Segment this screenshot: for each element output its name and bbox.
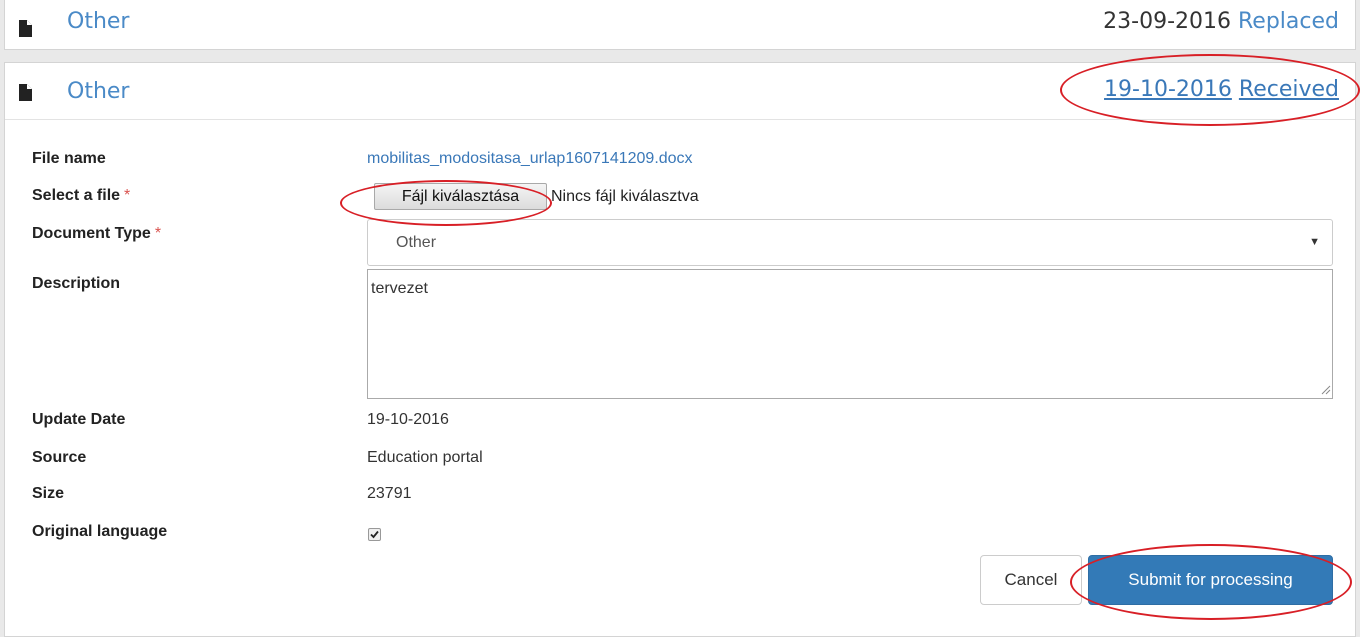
document-panel-other-received: Other 19-10-2016 Received File name mobi…	[4, 62, 1356, 637]
panel-status-link[interactable]: Replaced	[1238, 9, 1339, 34]
caret-down-icon: ▼	[1309, 236, 1320, 248]
resize-handle-icon[interactable]	[1319, 383, 1331, 395]
required-marker: *	[124, 187, 131, 204]
file-name-link[interactable]: mobilitas_modositasa_urlap1607141209.doc…	[367, 150, 693, 168]
document-icon	[19, 84, 32, 101]
document-type-label: Document Type *	[32, 225, 161, 243]
select-file-label: Select a file *	[32, 187, 130, 205]
panel-title[interactable]: Other	[67, 79, 129, 104]
panel-date: 23-09-2016	[1103, 9, 1231, 34]
required-marker: *	[154, 225, 162, 242]
cancel-button[interactable]: Cancel	[980, 555, 1082, 605]
update-date-value: 19-10-2016	[367, 411, 449, 428]
original-language-checkbox[interactable]	[368, 528, 381, 541]
panel-status: 19-10-2016 Received	[1104, 77, 1339, 102]
panel-title[interactable]: Other	[67, 9, 129, 34]
source-label: Source	[32, 449, 87, 466]
panel-status-link[interactable]: Received	[1239, 77, 1339, 102]
panel-header[interactable]: Other 19-10-2016 Received	[5, 63, 1355, 120]
document-type-value: Other	[396, 234, 437, 251]
no-file-chosen-text: Nincs fájl kiválasztva	[551, 188, 699, 205]
document-panel-other-replaced: Other 23-09-2016 Replaced	[4, 0, 1356, 50]
select-file-label-text: Select a file	[32, 187, 121, 204]
panel-status: 23-09-2016 Replaced	[1103, 9, 1339, 34]
checkmark-icon	[370, 530, 379, 539]
document-type-label-text: Document Type	[32, 225, 151, 242]
file-name-label: File name	[32, 150, 106, 167]
choose-file-button[interactable]: Fájl kiválasztása	[374, 183, 547, 210]
size-value: 23791	[367, 485, 412, 502]
description-label: Description	[32, 275, 121, 292]
document-type-select[interactable]: Other ▼	[367, 219, 1333, 266]
size-label: Size	[32, 485, 65, 502]
submit-for-processing-button[interactable]: Submit for processing	[1088, 555, 1333, 605]
panel-date-link[interactable]: 19-10-2016	[1104, 77, 1232, 102]
original-language-label: Original language	[32, 523, 168, 540]
source-value: Education portal	[367, 449, 483, 466]
document-icon	[19, 20, 32, 37]
description-textarea[interactable]: tervezet	[367, 269, 1333, 399]
update-date-label: Update Date	[32, 411, 126, 428]
panel-header[interactable]: Other 23-09-2016 Replaced	[5, 0, 1355, 51]
file-name-value[interactable]: mobilitas_modositasa_urlap1607141209.doc…	[367, 150, 693, 167]
